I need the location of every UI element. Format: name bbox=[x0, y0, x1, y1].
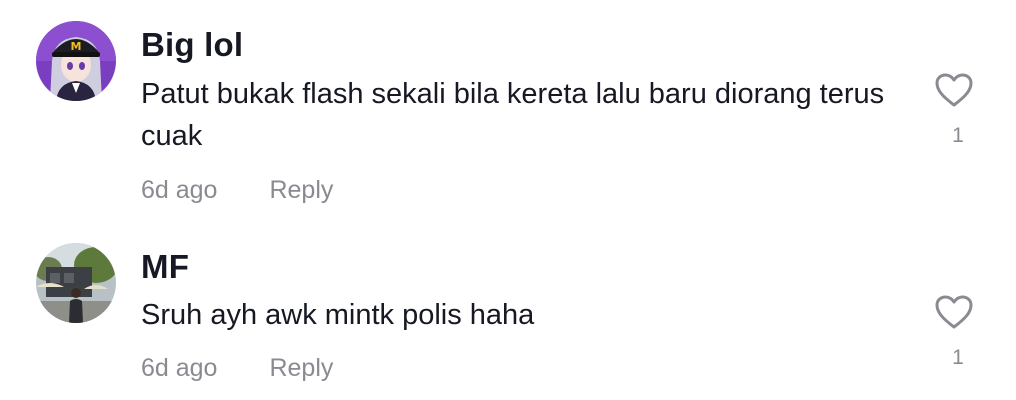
like-button[interactable] bbox=[934, 72, 974, 113]
like-count: 1 bbox=[952, 346, 964, 369]
heart-outline-icon bbox=[935, 295, 973, 329]
avatar[interactable] bbox=[36, 243, 116, 323]
comment-meta: 6d ago Reply bbox=[141, 354, 333, 383]
comment-timestamp: 6d ago bbox=[141, 354, 218, 382]
comment-meta: 6d ago Reply bbox=[141, 176, 333, 205]
comment-text: Patut bukak flash sekali bila kereta lal… bbox=[141, 78, 885, 152]
like-button[interactable] bbox=[934, 294, 974, 335]
comment-item: MF Sruh ayh awk mintk polis haha 6d ago R… bbox=[0, 222, 1016, 400]
comment-timestamp: 6d ago bbox=[141, 176, 218, 204]
comment-username[interactable]: Big lol bbox=[141, 26, 243, 64]
reply-button[interactable]: Reply bbox=[269, 354, 333, 382]
like-count: 1 bbox=[952, 124, 964, 147]
avatar[interactable]: M bbox=[36, 21, 116, 101]
svg-text:M: M bbox=[71, 40, 82, 53]
anime-character-avatar-icon: M bbox=[36, 21, 116, 101]
comment-username[interactable]: MF bbox=[141, 248, 189, 286]
comment-text: Sruh ayh awk mintk polis haha bbox=[141, 299, 535, 331]
heart-outline-icon bbox=[935, 73, 973, 107]
comment-item: M Big lol Patut bukak flash sekali bila … bbox=[0, 0, 1016, 222]
reply-button[interactable]: Reply bbox=[269, 176, 333, 204]
photo-avatar-icon bbox=[36, 243, 116, 323]
